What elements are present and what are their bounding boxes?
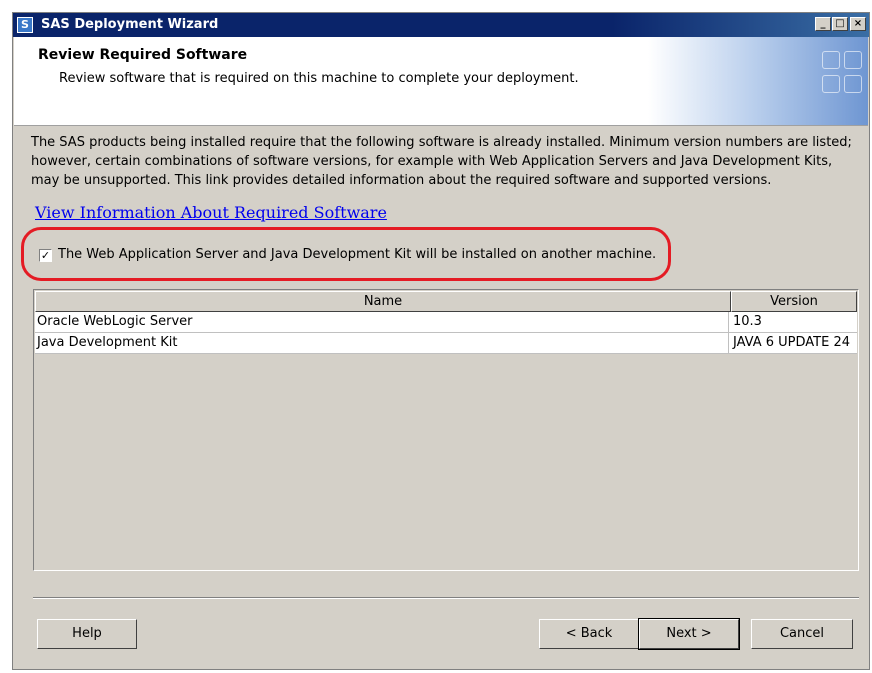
software-version-cell: JAVA 6 UPDATE 24: [733, 335, 851, 350]
button-separator: [33, 597, 859, 599]
software-version-cell: 10.3: [733, 314, 762, 329]
help-button[interactable]: Help: [37, 619, 137, 649]
table-header: Name Version: [35, 291, 857, 312]
back-button[interactable]: < Back: [539, 619, 639, 649]
page-title: Review Required Software: [38, 47, 248, 63]
required-software-link[interactable]: View Information About Required Software: [35, 203, 387, 222]
page-subtitle: Review software that is required on this…: [59, 71, 579, 86]
software-name-cell: Oracle WebLogic Server: [35, 312, 729, 332]
close-button[interactable]: ×: [850, 17, 866, 31]
maximize-button[interactable]: □: [832, 17, 848, 31]
minimize-button[interactable]: _: [815, 17, 831, 31]
next-button[interactable]: Next >: [638, 618, 740, 650]
table-row[interactable]: Java Development Kit JAVA 6 UPDATE 24: [35, 333, 857, 354]
column-header-name[interactable]: Name: [35, 291, 731, 312]
column-header-version[interactable]: Version: [731, 291, 857, 312]
description-text: The SAS products being installed require…: [31, 135, 852, 188]
sas-app-icon: S: [17, 17, 33, 33]
wizard-window: S SAS Deployment Wizard _ □ × Review Req…: [12, 12, 870, 670]
page-header: Review Required Software Review software…: [14, 37, 868, 126]
remote-install-label: The Web Application Server and Java Deve…: [58, 247, 657, 262]
required-software-table: Name Version Oracle WebLogic Server 10.3…: [33, 289, 859, 571]
table-row[interactable]: Oracle WebLogic Server 10.3: [35, 312, 857, 333]
header-banner-graphic: [648, 37, 868, 125]
remote-install-checkbox[interactable]: ✓: [39, 249, 52, 262]
software-name-cell: Java Development Kit: [35, 333, 729, 353]
cancel-button[interactable]: Cancel: [751, 619, 853, 649]
title-bar: S SAS Deployment Wizard _ □ ×: [13, 13, 869, 37]
window-title: SAS Deployment Wizard: [41, 17, 219, 32]
